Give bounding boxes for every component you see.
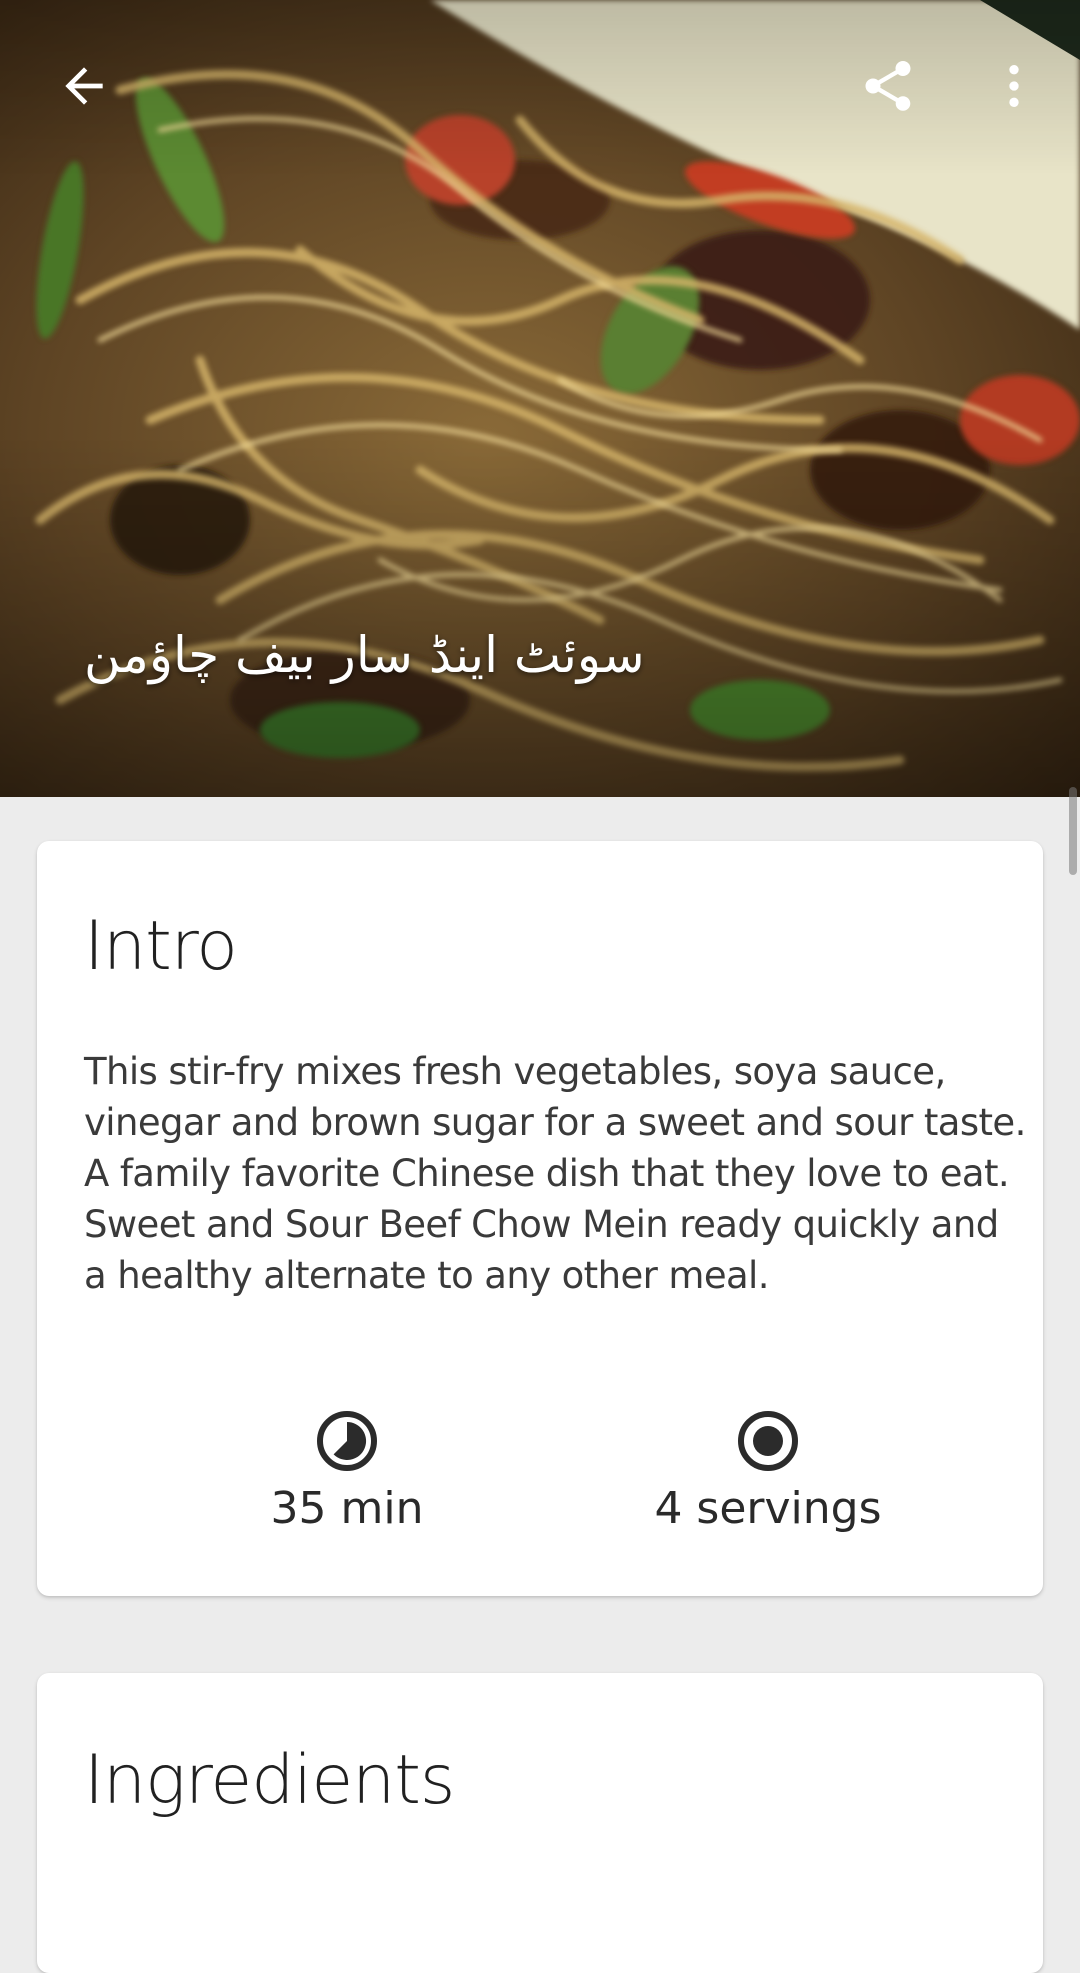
share-button[interactable]: [840, 38, 936, 134]
cook-time: 35 min: [187, 1409, 507, 1537]
recipe-title: سوئٹ اینڈ سار بیف چاؤمن: [84, 626, 645, 684]
timer-icon: [317, 1411, 377, 1471]
more-vertical-icon: [1009, 65, 1019, 107]
ingredients-heading: Ingredients: [84, 1741, 455, 1820]
intro-card: Intro This stir-fry mixes fresh vegetabl…: [37, 841, 1043, 1596]
cook-time-label: 35 min: [270, 1483, 424, 1534]
more-options-button[interactable]: [966, 38, 1062, 134]
servings-icon: [738, 1411, 798, 1471]
scrollbar-thumb[interactable]: [1069, 787, 1077, 875]
back-button[interactable]: [36, 38, 132, 134]
arrow-left-icon: [65, 67, 103, 105]
intro-heading: Intro: [84, 907, 238, 986]
servings: 4 servings: [608, 1409, 928, 1537]
intro-description: This stir-fry mixes fresh vegetables, so…: [84, 1050, 1026, 1297]
ingredients-card: Ingredients: [37, 1673, 1043, 1973]
servings-label: 4 servings: [654, 1483, 882, 1534]
share-icon: [865, 61, 911, 111]
